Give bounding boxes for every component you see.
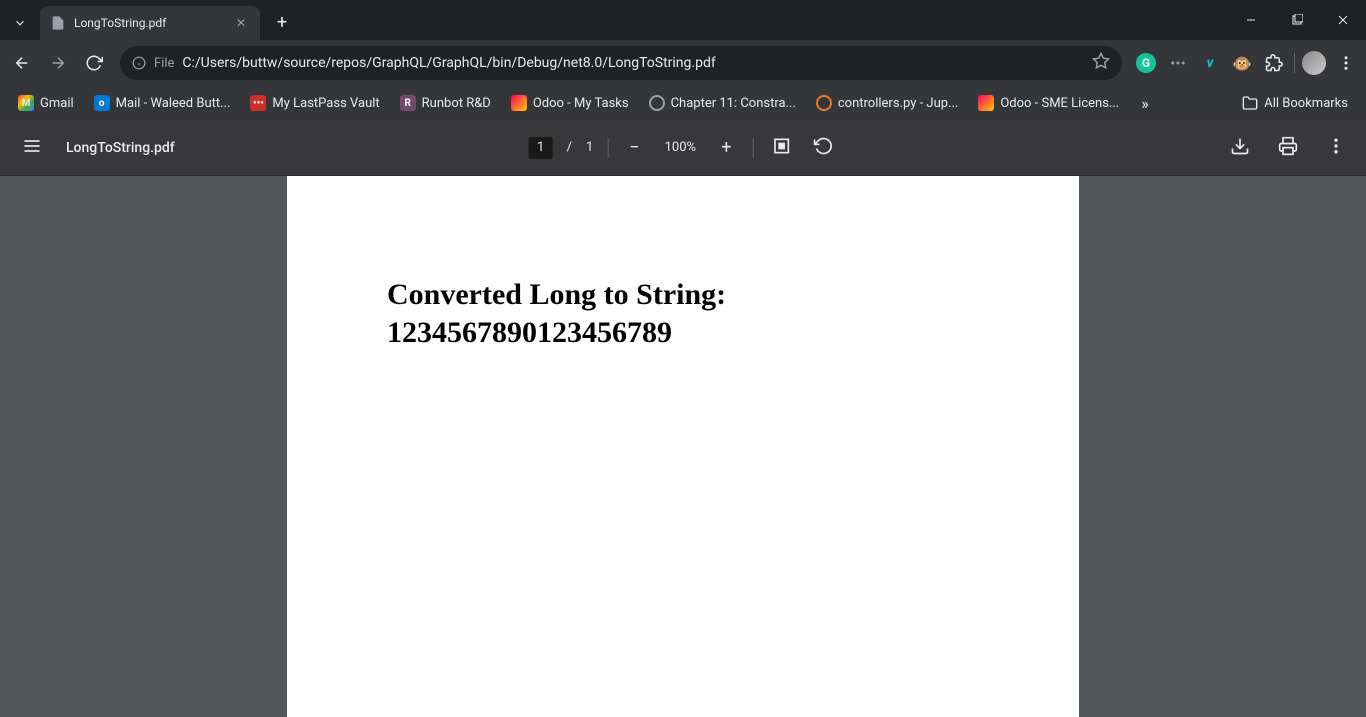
window-controls: [1228, 0, 1366, 40]
pdf-filename: LongToString.pdf: [66, 140, 175, 156]
page-total: 1: [586, 140, 593, 155]
pdf-actions: [1226, 132, 1350, 164]
outlook-icon: o: [94, 95, 110, 111]
address-bar[interactable]: File C:/Users/buttw/source/repos/GraphQL…: [120, 46, 1122, 80]
zoom-in-button[interactable]: +: [714, 136, 738, 160]
toolbar-separator: [1292, 49, 1296, 77]
bookmarks-overflow-button[interactable]: »: [1131, 90, 1159, 117]
edge-extension-icon[interactable]: [1164, 49, 1192, 77]
bookmark-star-icon[interactable]: [1092, 52, 1110, 74]
vimeo-extension-icon[interactable]: v: [1196, 49, 1224, 77]
page-separator: /: [567, 140, 572, 155]
odoo-icon: [511, 95, 527, 111]
zoom-level: 100%: [660, 140, 700, 155]
search-tabs-button[interactable]: [0, 6, 40, 40]
download-button[interactable]: [1226, 132, 1254, 164]
close-window-button[interactable]: [1320, 0, 1366, 40]
extensions-button[interactable]: [1260, 49, 1288, 77]
lastpass-icon: •••: [250, 95, 266, 111]
pdf-menu-button[interactable]: [16, 130, 48, 166]
url-scheme-label: File: [154, 56, 174, 71]
pdf-file-icon: [50, 15, 66, 31]
tampermonkey-extension-icon[interactable]: 🐵: [1228, 49, 1256, 77]
runbot-icon: R: [400, 95, 416, 111]
new-tab-button[interactable]: +: [268, 8, 296, 36]
titlebar: LongToString.pdf ✕ +: [0, 0, 1366, 40]
jupyter-icon: [816, 95, 832, 111]
toolbar-divider: [607, 138, 608, 158]
bookmark-odoo-tasks[interactable]: Odoo - My Tasks: [503, 91, 637, 115]
odoo-icon: [978, 95, 994, 111]
pdf-toolbar: LongToString.pdf / 1 − 100% +: [0, 120, 1366, 176]
chevron-down-icon: [13, 16, 27, 30]
back-button[interactable]: [6, 47, 38, 79]
reload-button[interactable]: [78, 47, 110, 79]
tab-close-button[interactable]: ✕: [232, 14, 250, 32]
bookmark-lastpass[interactable]: •••My LastPass Vault: [242, 91, 387, 115]
maximize-button[interactable]: [1274, 0, 1320, 40]
grammarly-extension-icon[interactable]: G: [1132, 49, 1160, 77]
toolbar-divider: [752, 138, 753, 158]
zoom-out-button[interactable]: −: [622, 136, 646, 160]
bookmark-gmail[interactable]: MGmail: [10, 91, 82, 115]
bookmark-jupyter[interactable]: controllers.py - Jup...: [808, 91, 966, 115]
print-button[interactable]: [1274, 132, 1302, 164]
bookmark-odoo-sme[interactable]: Odoo - SME Licens...: [970, 91, 1127, 115]
pdf-text-line-2: 1234567890123456789: [387, 314, 979, 352]
bookmarks-bar: MGmail oMail - Waleed Butt... •••My Last…: [0, 86, 1366, 120]
site-info-icon[interactable]: [132, 56, 146, 70]
all-bookmarks-label: All Bookmarks: [1264, 96, 1348, 111]
browser-toolbar: File C:/Users/buttw/source/repos/GraphQL…: [0, 40, 1366, 86]
browser-tab[interactable]: LongToString.pdf ✕: [40, 6, 260, 40]
minimize-button[interactable]: [1228, 0, 1274, 40]
tab-title: LongToString.pdf: [74, 16, 224, 30]
bookmark-chapter[interactable]: Chapter 11: Constra...: [641, 91, 804, 115]
gmail-icon: M: [18, 95, 34, 111]
rotate-button[interactable]: [809, 132, 837, 164]
doc-icon: [649, 95, 665, 111]
folder-icon: [1242, 95, 1258, 111]
browser-menu-button[interactable]: [1332, 49, 1360, 77]
pdf-page-controls: / 1 − 100% +: [529, 132, 838, 164]
page-number-input[interactable]: [529, 137, 553, 159]
pdf-page: Converted Long to String: 12345678901234…: [287, 176, 1079, 717]
pdf-more-button[interactable]: [1322, 132, 1350, 164]
url-path: C:/Users/buttw/source/repos/GraphQL/Grap…: [182, 55, 1084, 71]
fit-to-page-button[interactable]: [767, 132, 795, 164]
pdf-text-line-1: Converted Long to String:: [387, 276, 979, 314]
forward-button[interactable]: [42, 47, 74, 79]
pdf-viewport[interactable]: Converted Long to String: 12345678901234…: [0, 176, 1366, 717]
all-bookmarks-button[interactable]: All Bookmarks: [1234, 91, 1356, 115]
profile-avatar[interactable]: [1300, 49, 1328, 77]
bookmark-runbot[interactable]: RRunbot R&D: [392, 91, 499, 115]
bookmark-outlook[interactable]: oMail - Waleed Butt...: [86, 91, 239, 115]
